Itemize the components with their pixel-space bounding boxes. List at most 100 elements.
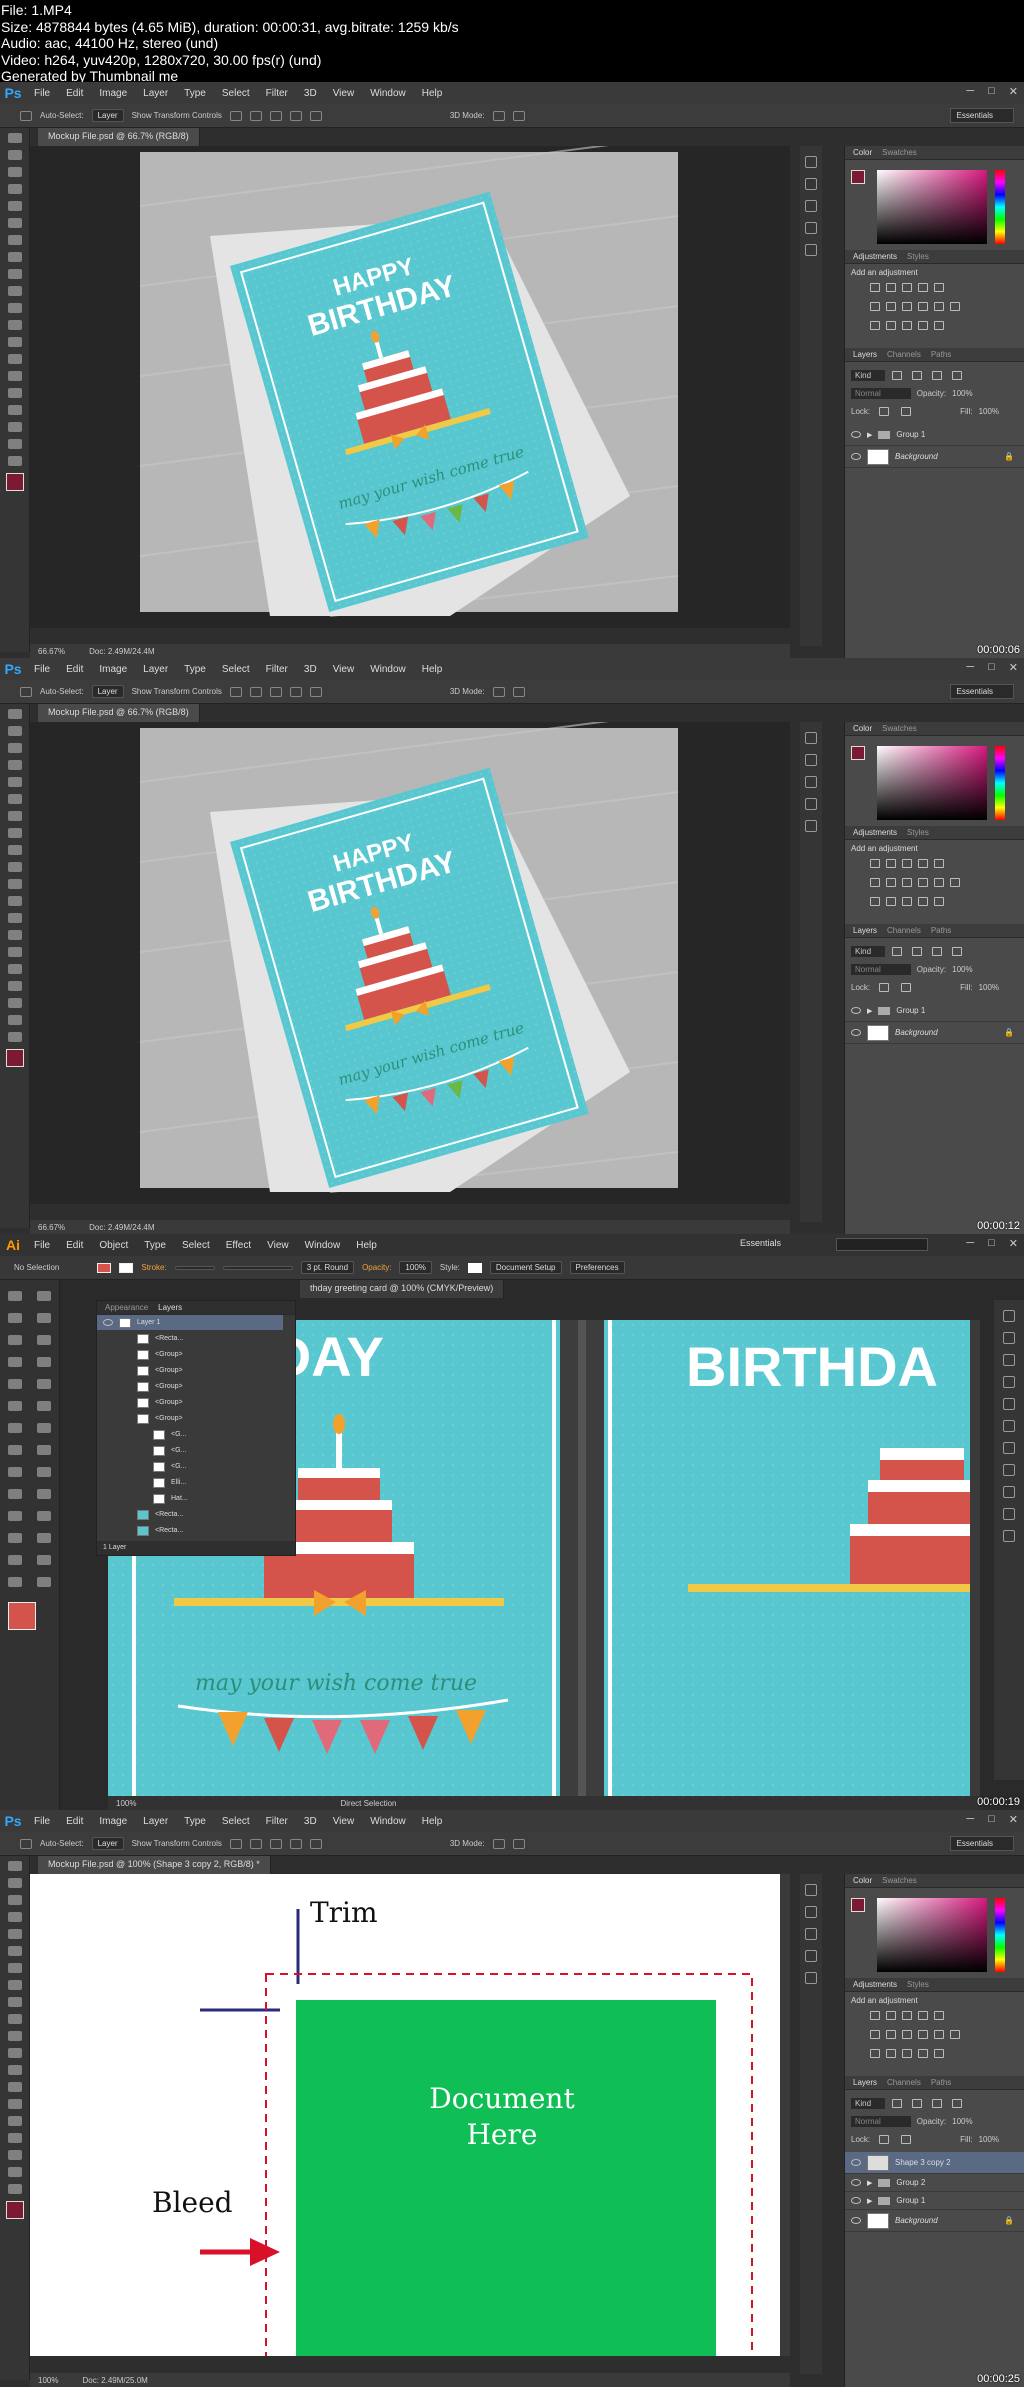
hue-icon[interactable]	[870, 302, 880, 311]
dodge-tool-icon[interactable]	[7, 930, 22, 940]
healing-tool-icon[interactable]	[7, 811, 22, 821]
menu-select[interactable]: Select	[222, 664, 250, 675]
foreground-color-swatch[interactable]	[6, 1049, 24, 1067]
workspace-select[interactable]: Essentials	[949, 1836, 1014, 1851]
hand-tool-icon[interactable]	[7, 1015, 22, 1025]
tab-adjustments[interactable]: Adjustments	[853, 1980, 897, 1989]
zoom-level[interactable]: 66.67%	[38, 647, 65, 656]
layer-row[interactable]: Layer 1	[97, 1315, 283, 1331]
tab-styles[interactable]: Styles	[907, 1980, 929, 1989]
layer-row[interactable]: Background 🔒	[845, 1022, 1024, 1044]
close-icon[interactable]: ✕	[1009, 661, 1018, 674]
appearance-icon[interactable]	[1003, 1486, 1015, 1498]
paragraph-icon[interactable]	[805, 1972, 817, 1984]
opacity-label[interactable]: Opacity:	[362, 1263, 391, 1272]
mesh-tool-icon[interactable]	[7, 1489, 22, 1499]
symbol-sprayer-icon[interactable]	[7, 1533, 22, 1543]
layer-row[interactable]: <G...	[97, 1443, 283, 1459]
filter-type-icon[interactable]	[932, 946, 943, 956]
menu-type[interactable]: Type	[144, 1240, 166, 1251]
menu-type[interactable]: Type	[184, 1816, 206, 1827]
3d-rotate-icon[interactable]	[492, 686, 505, 697]
levels-icon[interactable]	[886, 283, 896, 292]
history-icon[interactable]	[805, 156, 817, 168]
healing-tool-icon[interactable]	[7, 235, 22, 245]
layer-row[interactable]: ▶ Group 1	[845, 2192, 1024, 2210]
shape-tool-icon[interactable]	[7, 422, 22, 432]
close-icon[interactable]: ✕	[1009, 1813, 1018, 1826]
menu-layer[interactable]: Layer	[143, 1816, 168, 1827]
stroke-icon[interactable]	[1003, 1420, 1015, 1432]
brightness-icon[interactable]	[870, 2011, 880, 2020]
layer-row[interactable]: Background 🔒	[845, 2210, 1024, 2232]
move-tool-icon[interactable]	[20, 110, 32, 121]
pen-tool-icon[interactable]	[7, 371, 22, 381]
menu-help[interactable]: Help	[422, 1816, 443, 1827]
preferences-button[interactable]: Preferences	[569, 1261, 625, 1274]
maximize-icon[interactable]: □	[988, 1813, 995, 1826]
levels-icon[interactable]	[886, 859, 896, 868]
opacity-value[interactable]: 100%	[952, 389, 972, 398]
vibrance-icon[interactable]	[934, 2011, 944, 2020]
tab-paths[interactable]: Paths	[931, 2078, 951, 2087]
eraser-tool-icon[interactable]	[7, 879, 22, 889]
eye-icon[interactable]	[851, 431, 861, 438]
tab-channels[interactable]: Channels	[887, 926, 921, 935]
menu-filter[interactable]: Filter	[266, 664, 288, 675]
menu-view[interactable]: View	[333, 88, 355, 99]
threshold-icon[interactable]	[902, 2049, 912, 2058]
layer-row[interactable]: ▶ Group 1	[845, 424, 1024, 446]
3d-rotate-icon[interactable]	[492, 110, 505, 121]
properties-icon[interactable]	[805, 178, 817, 190]
color-picker[interactable]	[845, 736, 1024, 826]
character-icon[interactable]	[805, 222, 817, 234]
layer-row[interactable]: Hat...	[97, 1491, 283, 1507]
history-brush-icon[interactable]	[7, 2014, 22, 2024]
eraser-tool-icon[interactable]	[7, 2031, 22, 2041]
brush-select[interactable]: 3 pt. Round	[300, 1261, 355, 1274]
type-tool-icon[interactable]	[7, 2116, 22, 2126]
menu-image[interactable]: Image	[99, 664, 127, 675]
blend-mode-select[interactable]: Normal	[851, 963, 911, 975]
layer-row[interactable]: <Group>	[97, 1395, 283, 1411]
quick-select-tool-icon[interactable]	[7, 1912, 22, 1922]
layer-row[interactable]: <Group>	[97, 1379, 283, 1395]
healing-tool-icon[interactable]	[7, 1963, 22, 1973]
selective-color-icon[interactable]	[934, 897, 944, 906]
menu-edit[interactable]: Edit	[66, 664, 83, 675]
menu-window[interactable]: Window	[305, 1240, 341, 1251]
gradient-map-icon[interactable]	[918, 897, 928, 906]
document-tab[interactable]: thday greeting card @ 100% (CMYK/Preview…	[300, 1280, 505, 1298]
direct-selection-tool-icon[interactable]	[37, 1291, 52, 1301]
tab-styles[interactable]: Styles	[907, 828, 929, 837]
curves-icon[interactable]	[902, 2011, 912, 2020]
gradient-map-icon[interactable]	[918, 2049, 928, 2058]
tab-swatches[interactable]: Swatches	[882, 1876, 917, 1885]
threshold-icon[interactable]	[902, 897, 912, 906]
tab-appearance[interactable]: Appearance	[105, 1303, 148, 1312]
width-tool-icon[interactable]	[7, 1445, 22, 1455]
menu-file[interactable]: File	[34, 1240, 50, 1251]
menu-select[interactable]: Select	[182, 1240, 210, 1251]
crop-tool-icon[interactable]	[7, 201, 22, 211]
quick-select-tool-icon[interactable]	[7, 760, 22, 770]
paragraph-icon[interactable]	[805, 244, 817, 256]
minimize-icon[interactable]: ─	[966, 1237, 974, 1250]
eye-icon[interactable]	[851, 453, 861, 460]
layer-row[interactable]: <Recta...	[97, 1523, 283, 1539]
eraser-tool-icon[interactable]	[37, 1401, 52, 1411]
filter-adjust-icon[interactable]	[912, 2098, 923, 2108]
history-brush-icon[interactable]	[7, 286, 22, 296]
tab-adjustments[interactable]: Adjustments	[853, 252, 897, 261]
align-icon[interactable]	[229, 1838, 242, 1849]
kind-filter[interactable]: Kind	[851, 2097, 886, 2109]
move-tool-icon[interactable]	[20, 1838, 32, 1849]
tab-adjustments[interactable]: Adjustments	[853, 828, 897, 837]
properties-icon[interactable]	[805, 754, 817, 766]
invert-icon[interactable]	[870, 321, 880, 330]
lookup-icon[interactable]	[950, 302, 960, 311]
align-icon[interactable]	[229, 686, 242, 697]
blob-brush-icon[interactable]	[7, 1401, 22, 1411]
tab-layers[interactable]: Layers	[853, 926, 877, 935]
posterize-icon[interactable]	[886, 897, 896, 906]
